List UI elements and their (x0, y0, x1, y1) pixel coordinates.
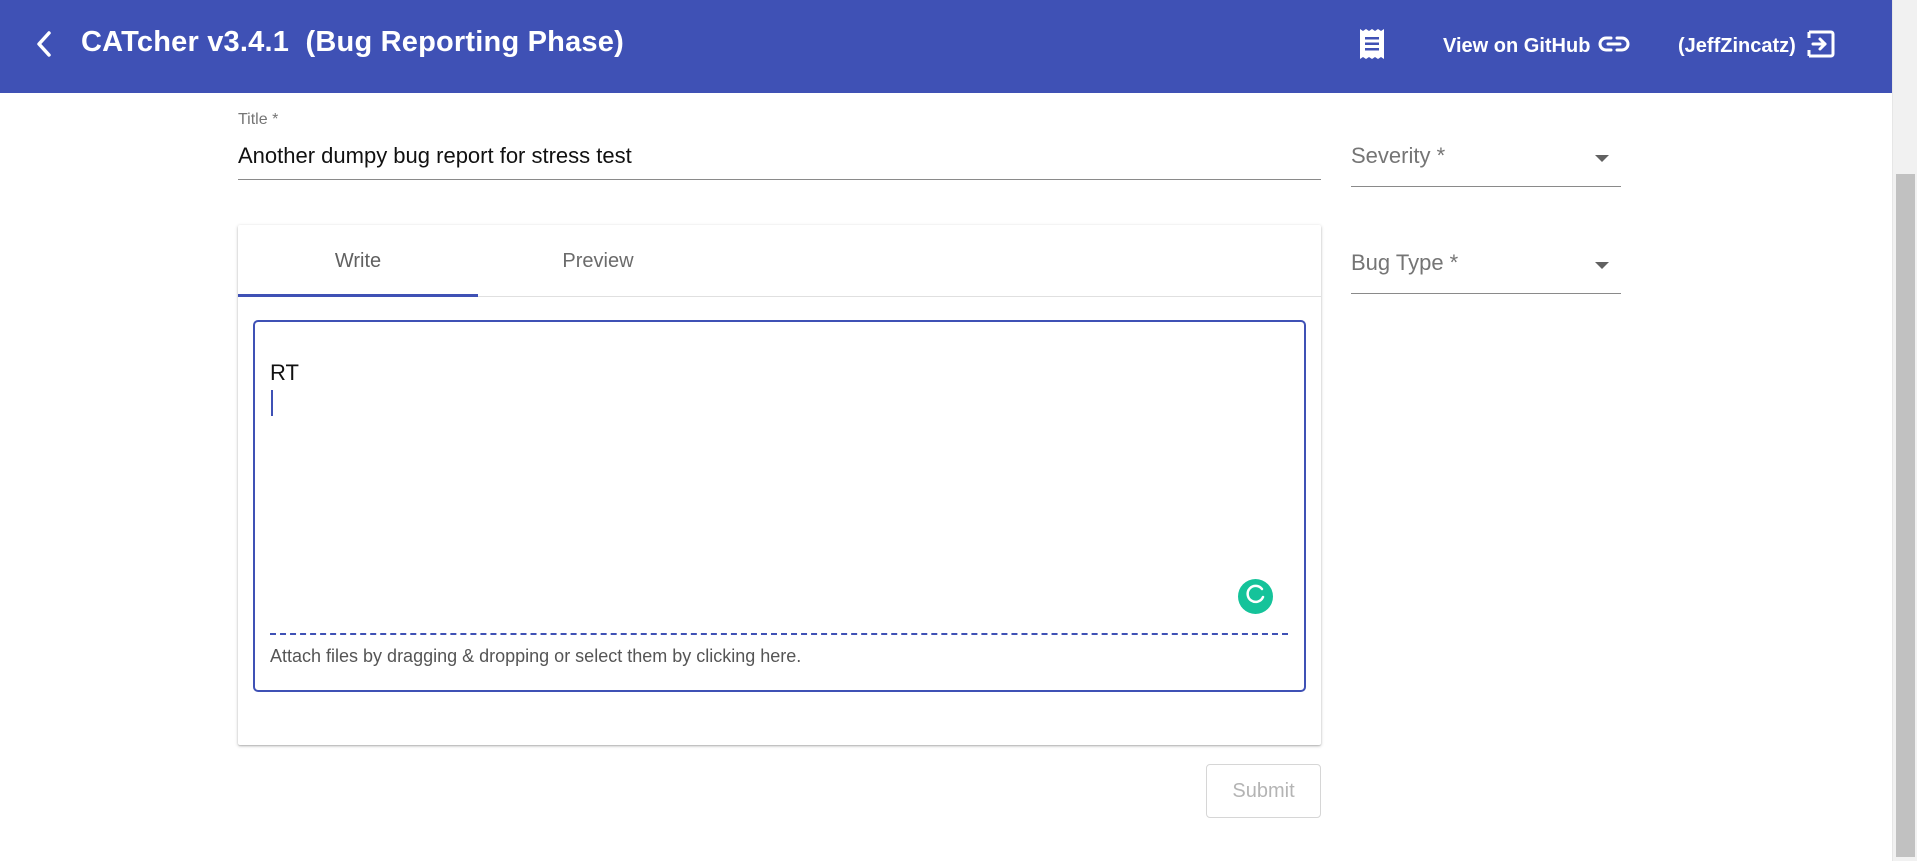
title-label: Title * (238, 111, 279, 128)
description-card: Write Preview RT Attach files by draggin… (238, 225, 1321, 745)
chevron-left-icon (35, 30, 53, 63)
receipt-icon (1358, 28, 1386, 65)
active-tab-indicator (238, 294, 478, 297)
text-caret (271, 390, 273, 416)
logout-button[interactable]: (JeffZincatz) (1678, 0, 1836, 93)
tab-write[interactable]: Write (238, 225, 478, 297)
page: CATcher v3.4.1 (Bug Reporting Phase) Vie… (0, 0, 1917, 861)
grammarly-icon (1245, 583, 1267, 610)
app-title: CATcher v3.4.1 (Bug Reporting Phase) (81, 26, 624, 58)
description-text: RT (270, 360, 299, 385)
attachment-divider (270, 633, 1288, 635)
title-input[interactable] (238, 140, 1321, 180)
editor-tab-bar: Write Preview (238, 225, 1321, 297)
dropdown-arrow-icon (1595, 262, 1609, 269)
submit-button[interactable]: Submit (1206, 764, 1321, 818)
severity-label: Severity * (1351, 143, 1446, 168)
page-scrollbar[interactable] (1892, 0, 1917, 861)
document-button[interactable] (1352, 0, 1392, 93)
grammarly-button[interactable] (1238, 579, 1273, 614)
attach-files-link[interactable]: Attach files by dragging & dropping or s… (270, 646, 801, 667)
tab-preview[interactable]: Preview (478, 225, 718, 297)
dropdown-arrow-icon (1595, 155, 1609, 162)
description-textarea[interactable]: RT Attach files by dragging & dropping o… (253, 320, 1306, 692)
back-button[interactable] (24, 26, 64, 66)
bug-type-label: Bug Type * (1351, 250, 1459, 275)
link-icon (1598, 34, 1630, 60)
app-toolbar: CATcher v3.4.1 (Bug Reporting Phase) Vie… (0, 0, 1892, 93)
github-label: View on GitHub (1443, 35, 1591, 57)
severity-select[interactable]: Severity * (1351, 137, 1621, 187)
scrollbar-thumb[interactable] (1896, 174, 1915, 857)
username-label: (JeffZincatz) (1678, 35, 1796, 57)
bug-type-select[interactable]: Bug Type * (1351, 244, 1621, 294)
view-on-github-button[interactable]: View on GitHub (1443, 0, 1630, 93)
logout-icon (1806, 29, 1836, 65)
